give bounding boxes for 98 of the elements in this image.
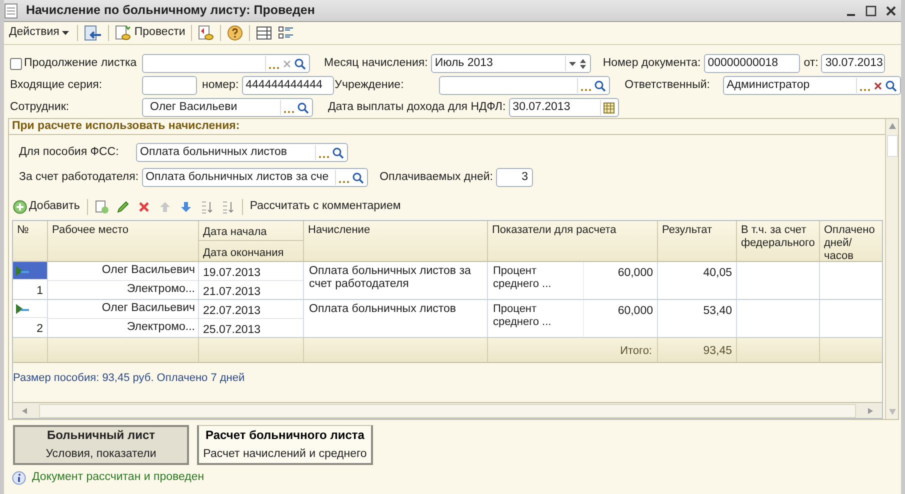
field-label: Для пособия ФСС: xyxy=(19,144,120,160)
actions-menu[interactable]: Действия xyxy=(7,24,72,42)
horizontal-scrollbar[interactable] xyxy=(13,402,882,418)
month-field[interactable]: Июль 2013 xyxy=(430,54,591,73)
field-label: Входящие серия: xyxy=(10,78,104,93)
maximize-icon[interactable] xyxy=(865,4,877,16)
table-cell: 19.07.2013 xyxy=(199,262,303,281)
sort-ascending-icon[interactable] xyxy=(200,200,214,214)
document-coins-icon xyxy=(115,25,132,41)
table-cell-text: 60,000 xyxy=(616,304,654,319)
search-icon[interactable] xyxy=(332,146,344,158)
calendar-icon[interactable] xyxy=(602,102,615,114)
column-header: Дата начала xyxy=(199,221,303,241)
scrollbar-thumb[interactable] xyxy=(886,135,898,157)
list-arrow-icon[interactable] xyxy=(84,25,102,41)
table-cell-text: 21.07.2013 xyxy=(202,285,262,300)
table-cell: Оплата больничных листов xyxy=(309,303,456,315)
table-cell: 53,40 xyxy=(703,305,732,317)
table-cell: 40,05 xyxy=(703,267,732,279)
field-label: Месяц начисления: xyxy=(324,56,429,71)
info-icon xyxy=(12,470,26,485)
field-label: от: xyxy=(804,56,820,71)
copy-document-icon[interactable] xyxy=(94,200,109,214)
row-number: 2 xyxy=(36,322,44,337)
post-button[interactable]: Провести xyxy=(115,24,186,42)
table-cell-text: Электромо... xyxy=(126,282,195,298)
window-title: Начисление по больничному листу: Проведен xyxy=(26,2,316,20)
row-marker-icon[interactable] xyxy=(15,264,31,276)
table-cell: Оплата больничных листов за счет работодателя xyxy=(309,265,471,290)
spin-arrows-icon[interactable] xyxy=(578,56,587,70)
input-field[interactable]: 00000000018 xyxy=(704,54,800,73)
field-label: Оплачиваемых дней: xyxy=(380,170,494,185)
column-header: Начисление xyxy=(304,221,488,261)
table-cell-text: Олег Васильевич xyxy=(100,301,195,316)
search-icon[interactable] xyxy=(594,80,606,92)
input-field[interactable]: 3 xyxy=(496,168,533,187)
plus-circle-icon xyxy=(13,200,27,214)
down-arrow-icon[interactable] xyxy=(178,200,193,214)
table-cell: 22.07.2013 xyxy=(199,300,303,319)
column-header: Оплачено дней/часов xyxy=(823,223,876,261)
search-icon[interactable] xyxy=(884,80,897,92)
field-label: Номер документа: xyxy=(602,56,702,71)
field-label: За счет работодателя: xyxy=(19,170,140,185)
input-field[interactable] xyxy=(438,76,610,95)
column-header: Рабочее место xyxy=(48,221,199,261)
field-label: Учреждение: xyxy=(334,78,405,93)
table-cell-text: Процент среднего ... xyxy=(493,303,552,329)
search-icon[interactable] xyxy=(297,102,309,114)
row-number: 1 xyxy=(36,284,44,299)
close-icon[interactable] xyxy=(885,4,897,16)
field-label: Ответственный: xyxy=(624,78,711,93)
table-cell-text: 25.07.2013 xyxy=(202,323,262,338)
column-header: № xyxy=(13,221,48,261)
summary-text: Размер пособия: 93,45 руб. Оплачено 7 дней xyxy=(13,372,245,384)
section-heading: При расчете использовать начисления: xyxy=(9,119,885,135)
sort-descending-icon[interactable] xyxy=(220,200,235,214)
checklist-icon[interactable] xyxy=(278,26,294,40)
tab[interactable]: Расчет больничного листа Расчет начислений и среднего xyxy=(197,425,373,465)
input-field[interactable]: Администратор xyxy=(722,76,901,95)
date-field[interactable]: 30.07.2013 xyxy=(821,54,886,73)
search-icon[interactable] xyxy=(352,172,364,184)
column-header: Дата окончания xyxy=(202,246,285,261)
input-field[interactable]: Оплата больничных листов xyxy=(136,143,348,162)
clear-icon[interactable] xyxy=(872,80,883,90)
input-field[interactable] xyxy=(142,76,197,95)
calculate-button[interactable]: Рассчитать с комментарием xyxy=(250,198,401,216)
delete-icon[interactable] xyxy=(136,200,151,214)
status-message: Документ рассчитан и проведен xyxy=(32,470,204,485)
column-header: Показатели для расчета xyxy=(488,221,658,261)
scrollbar-thumb[interactable] xyxy=(39,404,856,418)
help-icon[interactable] xyxy=(227,25,244,41)
row-marker-icon[interactable] xyxy=(15,302,31,314)
totals-value: 93,45 xyxy=(703,345,732,357)
field-label: Продолжение листка xyxy=(24,56,138,71)
pencil-icon[interactable] xyxy=(116,200,130,214)
input-field[interactable]: Оплата больничных листов за сче xyxy=(142,168,368,187)
column-header: В т.ч. за счет федерального xyxy=(737,221,820,261)
column-header: Результат xyxy=(658,221,737,261)
field-label: номер: xyxy=(202,78,240,93)
table-cell-text: Процент среднего ... xyxy=(493,265,552,291)
date-field[interactable]: 30.07.2013 xyxy=(508,98,619,117)
input-field[interactable] xyxy=(142,54,310,73)
tab[interactable]: Больничный лист Условия, показатели xyxy=(13,425,189,465)
table-cell-text: 60,000 xyxy=(616,266,654,281)
add-button[interactable]: Добавить xyxy=(13,198,80,216)
caret-icon xyxy=(62,30,70,36)
field-label: Сотрудник: xyxy=(10,100,70,115)
document-coins-icon[interactable] xyxy=(198,25,214,41)
totals-label: Итого: xyxy=(620,345,652,357)
field-label: Дата выплаты дохода для НДФЛ: xyxy=(328,100,507,115)
search-icon[interactable] xyxy=(294,58,306,70)
table-cell-text: Электромо... xyxy=(126,320,195,336)
table-cell-text: Олег Васильевич xyxy=(100,263,195,278)
vertical-scrollbar[interactable] xyxy=(885,119,898,419)
table-rows-icon[interactable] xyxy=(256,26,272,40)
input-field[interactable]: 444444444444 xyxy=(242,76,334,95)
input-field[interactable]: Олег Васильеви xyxy=(142,98,313,117)
checkbox[interactable] xyxy=(10,58,22,70)
